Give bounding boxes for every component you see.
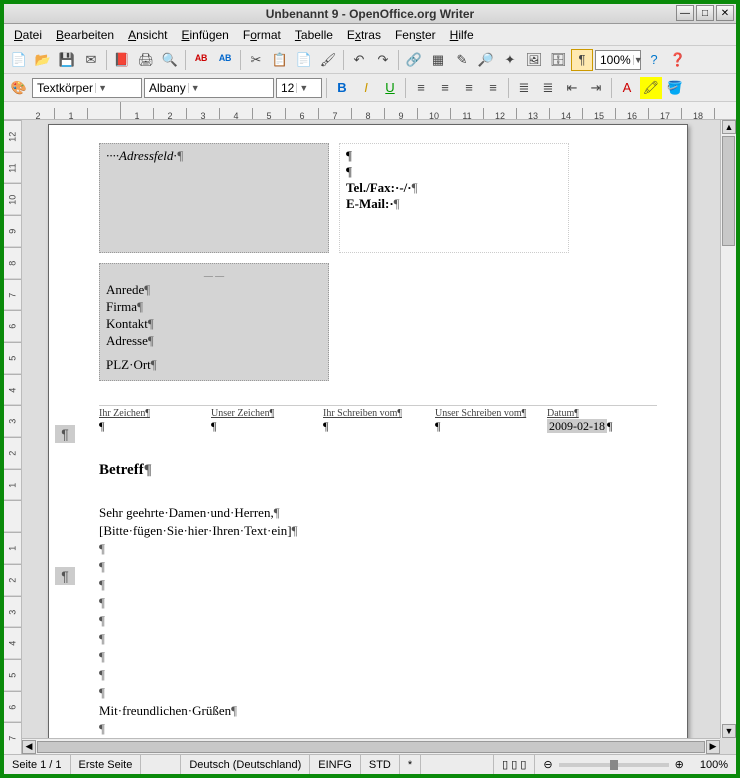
- maximize-button[interactable]: □: [696, 5, 714, 21]
- window-title: Unbenannt 9 - OpenOffice.org Writer: [266, 7, 474, 21]
- zoom-slider[interactable]: ⊖⊕: [535, 755, 691, 774]
- close-button[interactable]: ✕: [716, 5, 734, 21]
- zoom-combo[interactable]: 100%▼: [595, 50, 641, 70]
- datasource-icon[interactable]: 🗄: [547, 49, 569, 71]
- scroll-thumb[interactable]: [722, 136, 735, 246]
- minimize-button[interactable]: —: [676, 5, 694, 21]
- redo-icon[interactable]: ↷: [372, 49, 394, 71]
- menu-insert[interactable]: Einfügen: [175, 26, 234, 44]
- highlight-icon[interactable]: 🖍: [640, 77, 662, 99]
- reference-row[interactable]: Ihr Zeichen¶¶Unser Zeichen¶¶Ihr Schreibe…: [99, 405, 657, 434]
- bullet-list-icon[interactable]: ≣: [537, 77, 559, 99]
- formatting-toolbar: 🎨 Textkörper▼ Albany▼ 12▼ B I U ≡ ≡ ≡ ≡ …: [4, 74, 736, 102]
- status-zoom[interactable]: 100%: [692, 755, 736, 774]
- align-left-icon[interactable]: ≡: [410, 77, 432, 99]
- styles-icon[interactable]: 🎨: [8, 77, 30, 99]
- font-size-combo[interactable]: 12▼: [276, 78, 322, 98]
- letter-body[interactable]: Sehr geehrte·Damen·und·Herren,¶ [Bitte·f…: [99, 505, 657, 737]
- recipient-frame[interactable]: — — Anrede¶Firma¶Kontakt¶Adresse¶ PLZ·Or…: [99, 263, 329, 381]
- show-draw-icon[interactable]: ✎: [451, 49, 473, 71]
- status-style[interactable]: Erste Seite: [71, 755, 142, 774]
- menu-extras[interactable]: Extras: [341, 26, 387, 44]
- paste-icon[interactable]: 📄: [293, 49, 315, 71]
- menubar: Datei Bearbeiten Ansicht Einfügen Format…: [4, 24, 736, 46]
- menu-file[interactable]: Datei: [8, 26, 48, 44]
- para-mark-left: ¶: [55, 425, 75, 443]
- align-right-icon[interactable]: ≡: [458, 77, 480, 99]
- status-mod: *: [400, 755, 421, 774]
- document-canvas[interactable]: ¶ ¶ ····Adressfeld·¶ ¶ ¶ Tel./Fax:·-/·¶ …: [22, 120, 736, 754]
- status-insert[interactable]: EINFG: [310, 755, 361, 774]
- font-color-icon[interactable]: A: [616, 77, 638, 99]
- nonprint-chars-icon[interactable]: ¶: [571, 49, 593, 71]
- vertical-ruler[interactable]: 1211109876543211234567: [4, 120, 22, 754]
- copy-icon[interactable]: 📋: [269, 49, 291, 71]
- navigator-icon[interactable]: ✦: [499, 49, 521, 71]
- status-blank: [141, 755, 181, 774]
- help-icon[interactable]: ?: [643, 49, 665, 71]
- status-lang[interactable]: Deutsch (Deutschland): [181, 755, 310, 774]
- print-icon[interactable]: 🖨: [135, 49, 157, 71]
- para-style-combo[interactable]: Textkörper▼: [32, 78, 142, 98]
- hyperlink-icon[interactable]: 🔗: [403, 49, 425, 71]
- para-mark-left: ¶: [55, 567, 75, 585]
- save-icon[interactable]: 💾: [56, 49, 78, 71]
- contact-frame[interactable]: ¶ ¶ Tel./Fax:·-/·¶ E-Mail:·¶: [339, 143, 569, 253]
- export-pdf-icon[interactable]: 📕: [111, 49, 133, 71]
- bg-color-icon[interactable]: 🪣: [664, 77, 686, 99]
- menu-table[interactable]: Tabelle: [289, 26, 339, 44]
- menu-window[interactable]: Fenster: [389, 26, 442, 44]
- open-icon[interactable]: 📂: [32, 49, 54, 71]
- sender-address-frame[interactable]: ····Adressfeld·¶: [99, 143, 329, 253]
- status-spacer: [421, 755, 494, 774]
- table-icon[interactable]: ▦: [427, 49, 449, 71]
- align-justify-icon[interactable]: ≡: [482, 77, 504, 99]
- decrease-indent-icon[interactable]: ⇤: [561, 77, 583, 99]
- page[interactable]: ¶ ¶ ····Adressfeld·¶ ¶ ¶ Tel./Fax:·-/·¶ …: [48, 124, 688, 754]
- menu-view[interactable]: Ansicht: [122, 26, 173, 44]
- cut-icon[interactable]: ✂: [245, 49, 267, 71]
- standard-toolbar: 📄 📂 💾 ✉ 📕 🖨 🔍 ᴬᴮ ᴬᴮ ✂ 📋 📄 🖌 ↶ ↷ 🔗 ▦ ✎ 🔎 …: [4, 46, 736, 74]
- statusbar: Seite 1 / 1 Erste Seite Deutsch (Deutsch…: [4, 754, 736, 774]
- vertical-scrollbar[interactable]: ▲ ▼: [720, 120, 736, 738]
- gallery-icon[interactable]: 🖼: [523, 49, 545, 71]
- increase-indent-icon[interactable]: ⇥: [585, 77, 607, 99]
- number-list-icon[interactable]: ≣: [513, 77, 535, 99]
- auto-spell-icon[interactable]: ᴬᴮ: [214, 49, 236, 71]
- titlebar: Unbenannt 9 - OpenOffice.org Writer — □ …: [4, 4, 736, 24]
- menu-format[interactable]: Format: [237, 26, 287, 44]
- status-sel[interactable]: STD: [361, 755, 400, 774]
- italic-icon[interactable]: I: [355, 77, 377, 99]
- email-icon[interactable]: ✉: [80, 49, 102, 71]
- print-preview-icon[interactable]: 🔍: [159, 49, 181, 71]
- spellcheck-icon[interactable]: ᴬᴮ: [190, 49, 212, 71]
- underline-icon[interactable]: U: [379, 77, 401, 99]
- status-page[interactable]: Seite 1 / 1: [4, 755, 71, 774]
- document-area: 21123456789101112131415161718 1211109876…: [4, 102, 736, 754]
- new-doc-icon[interactable]: 📄: [8, 49, 30, 71]
- status-view-icons[interactable]: ▯ ▯ ▯: [494, 755, 535, 774]
- font-name-combo[interactable]: Albany▼: [144, 78, 274, 98]
- whatsthis-icon[interactable]: ❓: [667, 49, 689, 71]
- horizontal-scrollbar[interactable]: ◀▶: [22, 738, 720, 754]
- menu-edit[interactable]: Bearbeiten: [50, 26, 120, 44]
- horizontal-ruler[interactable]: 21123456789101112131415161718: [4, 102, 736, 120]
- bold-icon[interactable]: B: [331, 77, 353, 99]
- format-paint-icon[interactable]: 🖌: [317, 49, 339, 71]
- app-window: Unbenannt 9 - OpenOffice.org Writer — □ …: [0, 0, 740, 778]
- find-icon[interactable]: 🔎: [475, 49, 497, 71]
- menu-help[interactable]: Hilfe: [444, 26, 480, 44]
- align-center-icon[interactable]: ≡: [434, 77, 456, 99]
- subject-line[interactable]: Betreff¶: [99, 462, 657, 479]
- undo-icon[interactable]: ↶: [348, 49, 370, 71]
